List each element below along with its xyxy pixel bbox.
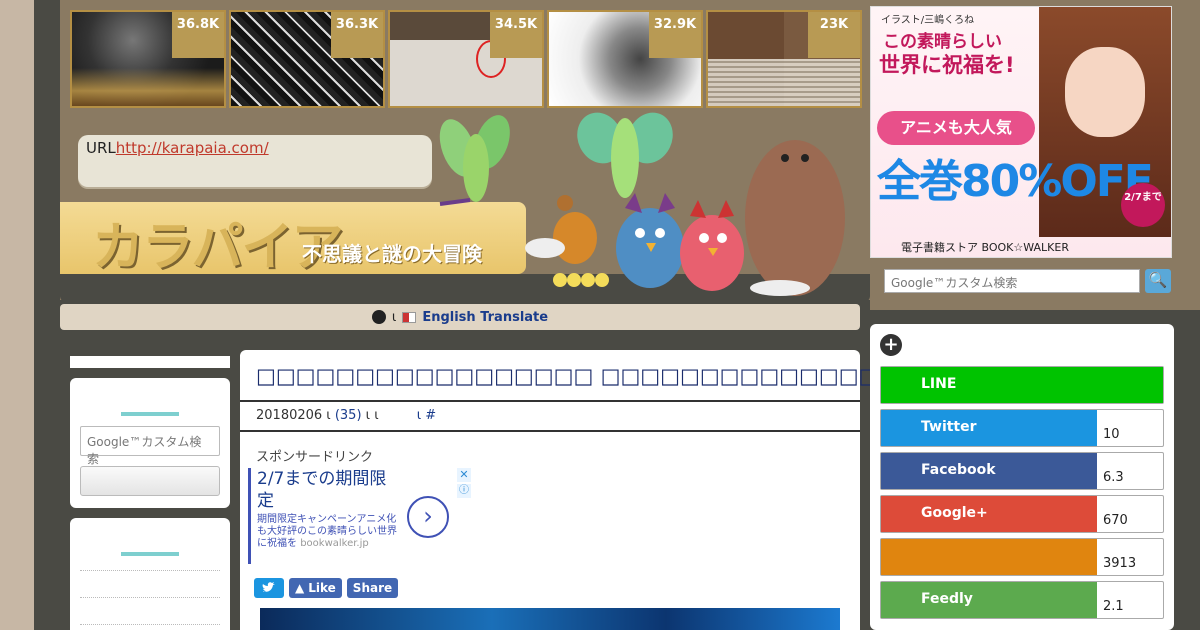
plus-icon[interactable]: +: [880, 334, 902, 356]
ad-credit: イラスト/三嶋くろね: [881, 15, 975, 26]
url-label: URL: [86, 139, 116, 157]
brown-bird-mascot: [525, 195, 597, 264]
view-count: 36.3K: [331, 12, 383, 58]
sidebar-top-strip: [70, 356, 230, 368]
permalink-hash[interactable]: ι #: [417, 408, 436, 423]
meta-separators: ι ι: [365, 408, 379, 423]
site-url-link[interactable]: http://karapaia.com/: [116, 139, 269, 157]
share-row-count: 10: [1103, 427, 1120, 442]
share-row-label: Twitter: [881, 410, 1097, 446]
comment-count-link[interactable]: (35): [335, 408, 362, 423]
share-row-count: 6.3: [1103, 470, 1124, 485]
share-row-label: LINE: [881, 367, 1163, 403]
inline-ad[interactable]: 2/7までの期間限定 期間限定キャンペーンアニメ化も大好評のこの素晴らしい世界に…: [248, 468, 471, 564]
sidebar-search-button[interactable]: [80, 466, 220, 496]
share-row-googleplus[interactable]: Google+ 670: [880, 495, 1164, 533]
meta-divider: [240, 430, 860, 432]
ad-body: 期間限定キャンペーンアニメ化も大好評のこの素晴らしい世界に祝福を bookwal…: [257, 514, 397, 550]
list-divider: [80, 624, 220, 625]
view-count: 34.5K: [490, 12, 542, 58]
list-divider: [80, 570, 220, 571]
share-row-label: [881, 539, 1097, 575]
view-count: 23K: [808, 12, 860, 58]
ad-headline[interactable]: 2/7までの期間限定: [257, 468, 397, 512]
share-row-hatena[interactable]: 3913: [880, 538, 1164, 576]
share-row-twitter[interactable]: Twitter 10: [880, 409, 1164, 447]
sidebar-search-widget: Google™カスタム検索: [70, 378, 230, 508]
ad-discount: 全巻80%OFF: [877, 156, 1154, 207]
sidebar-list-widget: [70, 518, 230, 630]
chevron-right-icon[interactable]: ›: [407, 496, 449, 538]
popular-thumb-4[interactable]: 32.9K: [547, 10, 703, 108]
twitter-bird-icon: [262, 582, 275, 592]
ad-title-line2: 世界に祝福を!: [879, 53, 1015, 77]
banner-ad[interactable]: イラスト/三嶋くろね この素晴らしい 世界に祝福を! アニメも大人気 全巻80%…: [870, 6, 1172, 258]
globe-icon[interactable]: [371, 310, 386, 324]
url-box: URLhttp://karapaia.com/: [78, 135, 432, 187]
ad-date-badge: 2/7まで: [1121, 183, 1165, 227]
title-divider: [240, 400, 860, 402]
widget-accent-bar: [121, 552, 179, 556]
translate-separator: ι: [391, 309, 397, 325]
ad-store-name: 電子書籍ストア BOOK☆WALKER: [901, 241, 1069, 254]
popular-thumb-1[interactable]: 36.8K: [70, 10, 226, 108]
search-icon[interactable]: 🔍: [1145, 269, 1171, 293]
butterfly-mascot-1: [439, 115, 510, 206]
popular-thumb-3[interactable]: 34.5K: [388, 10, 544, 108]
paper-stacks-image: [708, 59, 860, 106]
thumbs-up-icon: ▲: [295, 581, 305, 595]
facebook-share-button[interactable]: Share: [346, 578, 399, 598]
view-count: 36.8K: [172, 12, 224, 58]
butterfly-mascot-2: [577, 112, 673, 198]
article-date: 20180206 ι: [256, 408, 331, 423]
pink-bird-mascot: [680, 200, 744, 291]
share-row-count: 3913: [1103, 556, 1137, 571]
share-row-label: Google+: [881, 496, 1097, 532]
ad-anime-pill: アニメも大人気: [877, 111, 1035, 145]
share-row-feedly[interactable]: Feedly 2.1: [880, 581, 1164, 619]
city-lights-image: [72, 68, 224, 106]
translate-bar: ι English Translate: [60, 304, 860, 330]
ad-domain: bookwalker.jp: [300, 538, 369, 549]
article-meta: 20180206 ι (35) ι ι ι #: [256, 408, 436, 423]
close-icon[interactable]: ✕: [457, 468, 471, 482]
blue-bird-mascot: [616, 193, 684, 288]
share-row-count: 2.1: [1103, 599, 1124, 614]
twitter-share-button[interactable]: [254, 578, 284, 598]
popular-thumb-2[interactable]: 36.3K: [229, 10, 385, 108]
share-row-label: Feedly: [881, 582, 1097, 618]
small-faces-mascot: [553, 273, 609, 287]
view-count: 32.9K: [649, 12, 701, 58]
english-translate-link[interactable]: English Translate: [422, 310, 548, 325]
share-row-facebook[interactable]: Facebook 6.3: [880, 452, 1164, 490]
mascot-illustration: [439, 112, 845, 296]
share-row-line[interactable]: LINE: [880, 366, 1164, 404]
sponsored-link-label: スポンサードリンク: [256, 450, 374, 465]
share-row-label: Facebook: [881, 453, 1097, 489]
like-label: Like: [308, 581, 336, 595]
share-row-count: 670: [1103, 513, 1128, 528]
article-hero-image: [260, 608, 840, 630]
facebook-like-button[interactable]: ▲ Like: [289, 578, 342, 598]
widget-accent-bar: [121, 412, 179, 416]
share-count-panel: + LINE Twitter 10 Facebook 6.3 Google+ 6…: [870, 324, 1174, 630]
info-icon[interactable]: ⓘ: [457, 484, 471, 498]
right-search-input[interactable]: Google™カスタム検索: [884, 269, 1140, 293]
article-card: □□□□□□□□□□□□□□□□□ □□□□□□□□□□□□□□□□□□□□□□…: [240, 350, 1136, 630]
list-divider: [80, 597, 220, 598]
sidebar-search-input[interactable]: Google™カスタム検索: [80, 426, 220, 466]
brown-blob-mascot: [745, 140, 845, 296]
share-buttons: ▲ Like Share: [254, 578, 399, 598]
uk-flag-icon: [402, 311, 417, 323]
popular-thumb-5[interactable]: 23K: [706, 10, 862, 108]
